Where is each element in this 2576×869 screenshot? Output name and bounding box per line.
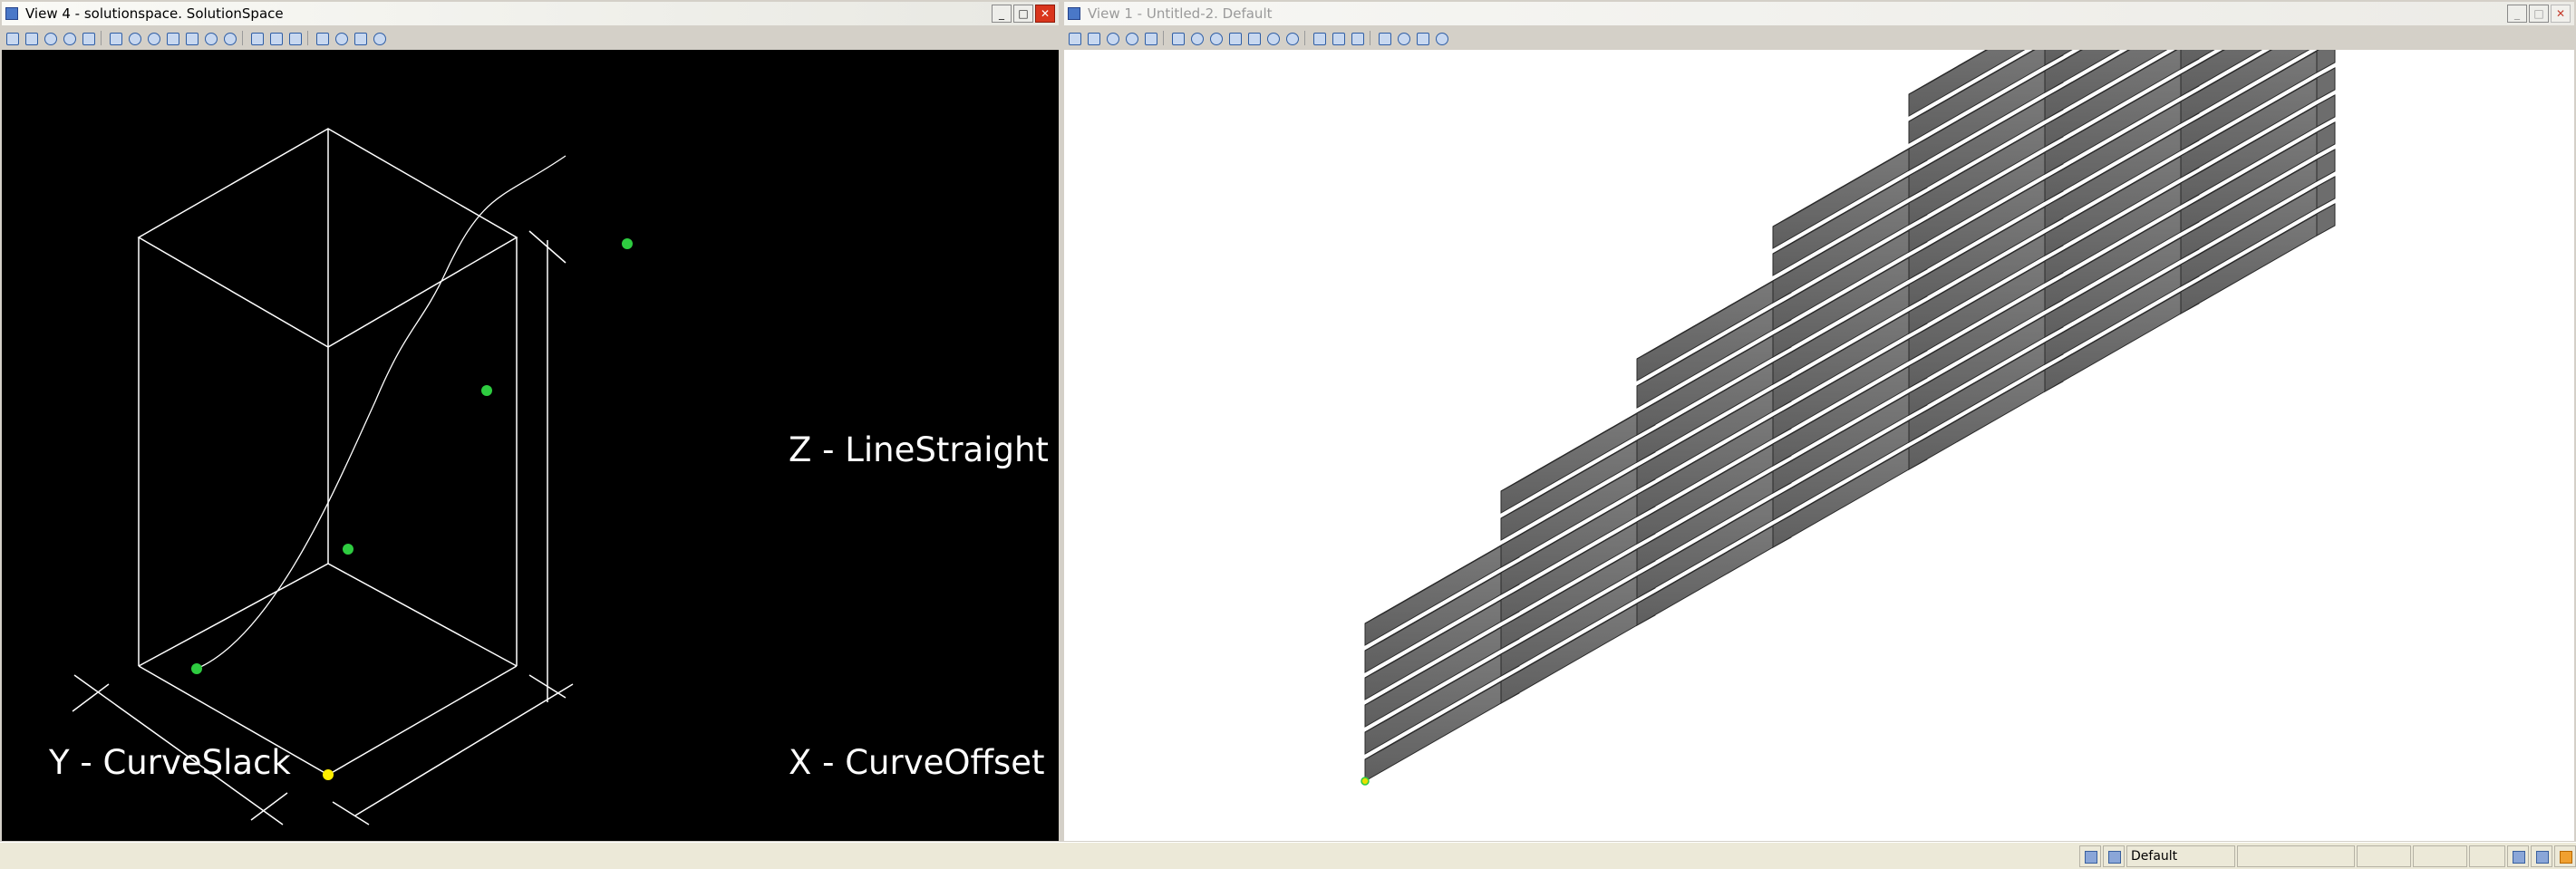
grid-snap-icon[interactable] xyxy=(2507,845,2529,867)
home-icon[interactable] xyxy=(2554,845,2576,867)
walk-icon[interactable] xyxy=(1311,30,1327,46)
app-icon xyxy=(5,7,18,20)
dropdown-icon[interactable] xyxy=(1085,30,1101,46)
snap-icon[interactable] xyxy=(2079,845,2101,867)
zoom-out-icon[interactable] xyxy=(145,30,161,46)
toolbar-separator xyxy=(99,30,104,46)
settings-icon[interactable] xyxy=(371,30,387,46)
view-4-title: View 4 - solutionspace. SolutionSpace xyxy=(25,5,284,22)
curve-control-points xyxy=(191,238,633,780)
toolbar-separator xyxy=(1161,30,1167,46)
control-point xyxy=(622,238,633,249)
minimize-button[interactable]: _ xyxy=(2507,5,2527,23)
dropdown-icon[interactable] xyxy=(23,30,39,46)
box-bottom-back-edges xyxy=(138,563,518,667)
zoom-window-icon[interactable] xyxy=(1226,30,1243,46)
filter-icon[interactable] xyxy=(333,30,349,46)
view-1-title: View 1 - Untitled-2. Default xyxy=(1088,5,1273,22)
walk-icon[interactable] xyxy=(248,30,265,46)
camera-icon[interactable] xyxy=(1330,30,1346,46)
grid-icon[interactable] xyxy=(1349,30,1365,46)
zoom-extents-icon[interactable] xyxy=(183,30,199,46)
measure-icon[interactable] xyxy=(1414,30,1430,46)
ortho-icon[interactable] xyxy=(2531,845,2552,867)
display-icon[interactable] xyxy=(1376,30,1392,46)
y-axis-label: Y - CurveSlack xyxy=(49,743,291,782)
measure-icon[interactable] xyxy=(352,30,368,46)
zoom-in-icon[interactable] xyxy=(126,30,142,46)
zoom-extents-icon[interactable] xyxy=(1245,30,1262,46)
view-4-toolbar xyxy=(4,27,1057,49)
display-icon[interactable] xyxy=(314,30,330,46)
model-viewport[interactable] xyxy=(1064,50,2574,841)
view-4-window[interactable]: View 4 - solutionspace. SolutionSpace _ … xyxy=(0,0,1060,841)
toolbar-separator xyxy=(1303,30,1308,46)
grid-icon[interactable] xyxy=(286,30,303,46)
view-1-toolbar xyxy=(1066,27,2572,49)
style-field[interactable]: Default xyxy=(2126,845,2235,867)
select-icon[interactable] xyxy=(4,30,20,46)
status-cell xyxy=(2469,845,2505,867)
toolbar-separator xyxy=(1368,30,1373,46)
wall-slab-end xyxy=(2316,149,2336,182)
view-1-window[interactable]: View 1 - Untitled-2. Default _ □ ✕ xyxy=(1062,0,2576,841)
view-1-titlebar[interactable]: View 1 - Untitled-2. Default _ □ ✕ xyxy=(1064,2,2574,25)
redo-view-icon[interactable] xyxy=(221,30,237,46)
stepped-wall-model xyxy=(1361,50,2336,786)
dropdown-icon[interactable] xyxy=(80,30,96,46)
toolbar-separator xyxy=(305,30,311,46)
close-button[interactable]: ✕ xyxy=(2551,5,2571,23)
zoom-window-icon[interactable] xyxy=(164,30,180,46)
model-origin-point xyxy=(1361,777,1370,786)
status-cell xyxy=(2357,845,2411,867)
maximize-button[interactable]: □ xyxy=(1013,5,1033,23)
zoom-in-icon[interactable] xyxy=(1188,30,1205,46)
status-cell xyxy=(2237,845,2355,867)
control-point xyxy=(343,544,353,555)
undo-view-icon[interactable] xyxy=(202,30,218,46)
lock-icon[interactable] xyxy=(2103,845,2125,867)
undo-view-icon[interactable] xyxy=(1264,30,1281,46)
control-point xyxy=(191,663,202,674)
x-dimension-tick xyxy=(332,801,370,826)
maximize-button[interactable]: □ xyxy=(2529,5,2549,23)
x-dimension-line xyxy=(354,683,574,816)
pan-icon[interactable] xyxy=(61,30,77,46)
zoom-out-icon[interactable] xyxy=(1207,30,1224,46)
control-point xyxy=(481,385,492,396)
status-bar: Default xyxy=(0,842,2576,869)
app-icon xyxy=(1068,7,1080,20)
wall-slab-end xyxy=(2316,203,2336,237)
origin-point xyxy=(323,769,334,780)
orbit-icon[interactable] xyxy=(1104,30,1120,46)
pan-icon[interactable] xyxy=(1123,30,1139,46)
zoom-icon[interactable] xyxy=(107,30,123,46)
wall-slab-end xyxy=(2316,94,2336,128)
minimize-button[interactable]: _ xyxy=(992,5,1012,23)
solution-space-viewport[interactable]: Z - LineStraight Y - CurveSlack X - Curv… xyxy=(2,50,1059,841)
wall-slab-end xyxy=(2316,67,2336,101)
orbit-icon[interactable] xyxy=(42,30,58,46)
x-axis-label: X - CurveOffset xyxy=(789,743,1045,782)
filter-icon[interactable] xyxy=(1395,30,1411,46)
select-icon[interactable] xyxy=(1066,30,1082,46)
camera-icon[interactable] xyxy=(267,30,284,46)
zoom-icon[interactable] xyxy=(1169,30,1186,46)
view-4-titlebar[interactable]: View 4 - solutionspace. SolutionSpace _ … xyxy=(2,2,1059,25)
wall-slab-end xyxy=(2316,121,2336,155)
close-button[interactable]: ✕ xyxy=(1035,5,1055,23)
toolbar-separator xyxy=(240,30,246,46)
wall-slab-end xyxy=(2316,176,2336,209)
status-cell xyxy=(2413,845,2467,867)
y-dimension-tick xyxy=(72,683,110,712)
settings-icon[interactable] xyxy=(1433,30,1449,46)
dropdown-icon[interactable] xyxy=(1142,30,1158,46)
wall-slab-front xyxy=(2180,50,2310,124)
redo-view-icon[interactable] xyxy=(1283,30,1300,46)
z-axis-label: Z - LineStraight xyxy=(789,430,1049,469)
